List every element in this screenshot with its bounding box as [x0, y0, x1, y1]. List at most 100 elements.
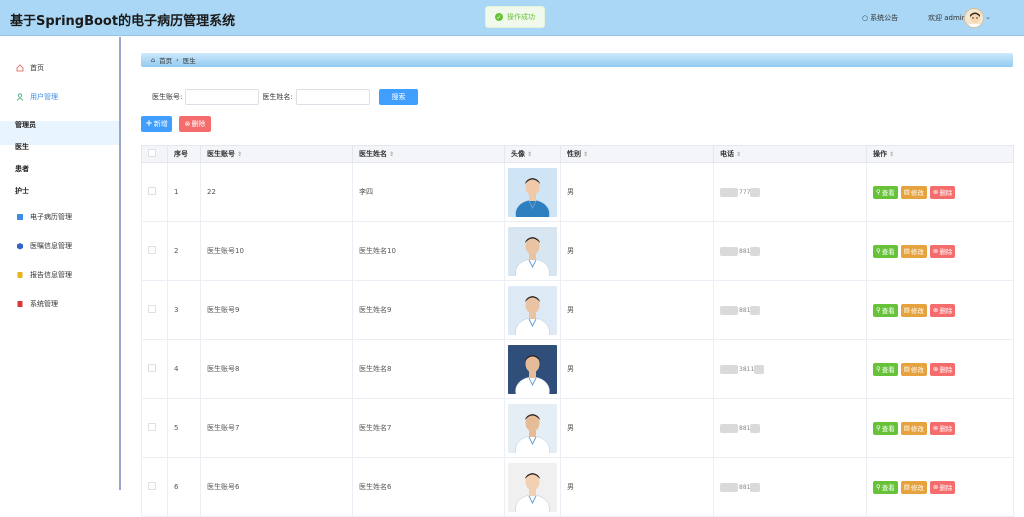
phone-mask — [750, 423, 761, 433]
row-checkbox-cell[interactable] — [141, 221, 168, 281]
phone-mask — [720, 246, 738, 256]
view-button[interactable]: ⚲ 查看 — [873, 480, 898, 494]
edit-button[interactable]: ▤ 修改 — [900, 185, 927, 199]
user-avatar[interactable] — [964, 8, 984, 28]
view-button[interactable]: ⚲ 查看 — [873, 303, 898, 317]
delete-label: 删除 — [939, 484, 953, 492]
sidebar-item-home[interactable]: 首页 — [16, 63, 44, 73]
search-button[interactable]: 搜索 — [379, 89, 418, 105]
cell-actions: ⚲ 查看 ▤ 修改 ⊗ 删除 — [866, 280, 1014, 340]
book-icon — [17, 301, 23, 307]
sidebar-subitem-nurse[interactable]: 护士 — [15, 186, 29, 196]
doctor-name-input[interactable] — [295, 89, 370, 105]
delete-button[interactable]: ⊗ 删除 — [929, 185, 956, 199]
breadcrumb-separator: › — [176, 56, 179, 64]
cell-name: 医生姓名8 — [352, 339, 505, 399]
sort-icon[interactable]: ⇕ — [736, 151, 741, 158]
column-header-gender[interactable]: 性别 ⇕ — [560, 145, 714, 163]
edit-icon: ▤ — [903, 365, 910, 373]
doctor-account-input[interactable] — [185, 89, 260, 105]
toast-message: 操作成功 — [507, 13, 535, 21]
breadcrumb-current: 医生 — [182, 57, 196, 65]
row-checkbox-cell[interactable] — [141, 457, 168, 517]
delete-button[interactable]: ⊗ 删除 — [929, 303, 956, 317]
view-button[interactable]: ⚲ 查看 — [873, 185, 898, 199]
column-header-no: 序号 — [167, 145, 201, 163]
column-header-account[interactable]: 医生账号 ⇕ — [200, 145, 353, 163]
edit-button[interactable]: ▤ 修改 — [900, 244, 927, 258]
column-label: 头像 — [511, 150, 525, 158]
select-all-checkbox[interactable] — [148, 149, 156, 157]
add-button[interactable]: + 新增 — [141, 116, 172, 132]
column-header-phone[interactable]: 电话 ⇕ — [713, 145, 867, 163]
column-header-photo[interactable]: 头像 ⇕ — [504, 145, 561, 163]
column-header-actions[interactable]: 操作 ⇕ — [866, 145, 1014, 163]
table-row: 5 医生账号7 医生姓名7 男 881 ⚲ 查看 ▤ 修改 ⊗ 删除 — [141, 398, 1014, 458]
row-checkbox[interactable] — [148, 246, 156, 254]
row-checkbox-cell[interactable] — [141, 398, 168, 458]
row-checkbox[interactable] — [148, 305, 156, 313]
phone-mask — [750, 187, 761, 197]
sort-icon[interactable]: ⇕ — [583, 151, 588, 158]
sidebar-item-label: 电子病历管理 — [30, 213, 72, 221]
top-header: 基于SpringBoot的电子病历管理系统 ✓ 操作成功 ○ 系统公告 欢迎 a… — [0, 0, 1024, 36]
view-button[interactable]: ⚲ 查看 — [873, 362, 898, 376]
select-all-checkbox-cell[interactable] — [141, 145, 168, 163]
sort-icon[interactable]: ⇕ — [389, 151, 394, 158]
sidebar-item-user-management[interactable]: 用户管理 — [16, 92, 58, 102]
cell-gender: 男 — [560, 457, 714, 517]
row-checkbox[interactable] — [148, 423, 156, 431]
view-button[interactable]: ⚲ 查看 — [873, 244, 898, 258]
system-notice-link[interactable]: ○ 系统公告 — [862, 13, 898, 23]
doctor-photo — [508, 285, 557, 335]
sort-icon[interactable]: ⇕ — [889, 151, 894, 158]
edit-button[interactable]: ▤ 修改 — [900, 421, 927, 435]
column-label: 医生姓名 — [359, 150, 387, 158]
search-icon: ⚲ — [876, 306, 881, 314]
edit-button[interactable]: ▤ 修改 — [900, 480, 927, 494]
welcome-text: 欢迎 admin — [928, 14, 967, 22]
sidebar-subitem-patient[interactable]: 患者 — [15, 164, 29, 174]
sidebar-item-emr[interactable]: 电子病历管理 — [16, 212, 72, 222]
cell-phone: 3811 — [713, 339, 867, 399]
cell-account: 医生账号10 — [200, 221, 353, 281]
row-checkbox[interactable] — [148, 187, 156, 195]
row-checkbox-cell[interactable] — [141, 162, 168, 222]
row-checkbox-cell[interactable] — [141, 280, 168, 340]
cell-account: 22 — [200, 162, 353, 222]
delete-button[interactable]: ⊗ 删除 — [929, 244, 956, 258]
breadcrumb-home[interactable]: 首页 — [159, 55, 172, 65]
view-button[interactable]: ⚲ 查看 — [873, 421, 898, 435]
cell-phone: 881 — [713, 280, 867, 340]
column-label: 操作 — [873, 150, 887, 158]
edit-icon: ▤ — [903, 188, 910, 196]
delete-button[interactable]: ⊗ 删除 — [929, 362, 956, 376]
edit-button[interactable]: ▤ 修改 — [900, 362, 927, 376]
delete-button[interactable]: ⊗ 删除 — [929, 480, 956, 494]
phone-visible-digits: 881 — [739, 483, 751, 491]
cell-no: 1 — [167, 162, 201, 222]
table-row: 6 医生账号6 医生姓名6 男 881 ⚲ 查看 ▤ 修改 ⊗ 删除 — [141, 457, 1014, 517]
sort-icon[interactable]: ⇕ — [527, 151, 532, 158]
row-checkbox[interactable] — [148, 482, 156, 490]
sidebar-subitem-doctor[interactable]: 医生 — [15, 142, 29, 152]
phone-mask — [720, 305, 738, 315]
delete-label: 删除 — [939, 248, 953, 256]
column-header-name[interactable]: 医生姓名 ⇕ — [352, 145, 505, 163]
batch-delete-button[interactable]: ⊗ 删除 — [179, 116, 211, 132]
table-row: 4 医生账号8 医生姓名8 男 3811 ⚲ 查看 ▤ 修改 ⊗ 删除 — [141, 339, 1014, 399]
edit-button[interactable]: ▤ 修改 — [900, 303, 927, 317]
row-checkbox[interactable] — [148, 364, 156, 372]
delete-button[interactable]: ⊗ 删除 — [929, 421, 956, 435]
chevron-down-icon[interactable]: ⌄ — [985, 13, 991, 21]
edit-icon: ▤ — [903, 424, 910, 432]
sidebar-item-reports[interactable]: 报告信息管理 — [16, 270, 72, 280]
edit-label: 修改 — [910, 366, 924, 374]
row-checkbox-cell[interactable] — [141, 339, 168, 399]
sidebar-subitem-admin[interactable]: 管理员 — [15, 120, 36, 130]
sidebar-item-system[interactable]: 系统管理 — [16, 299, 58, 309]
sort-icon[interactable]: ⇕ — [237, 151, 242, 158]
edit-label: 修改 — [910, 248, 924, 256]
phone-visible-digits: 881 — [739, 247, 751, 255]
sidebar-item-orders[interactable]: 医嘱信息管理 — [16, 241, 72, 251]
